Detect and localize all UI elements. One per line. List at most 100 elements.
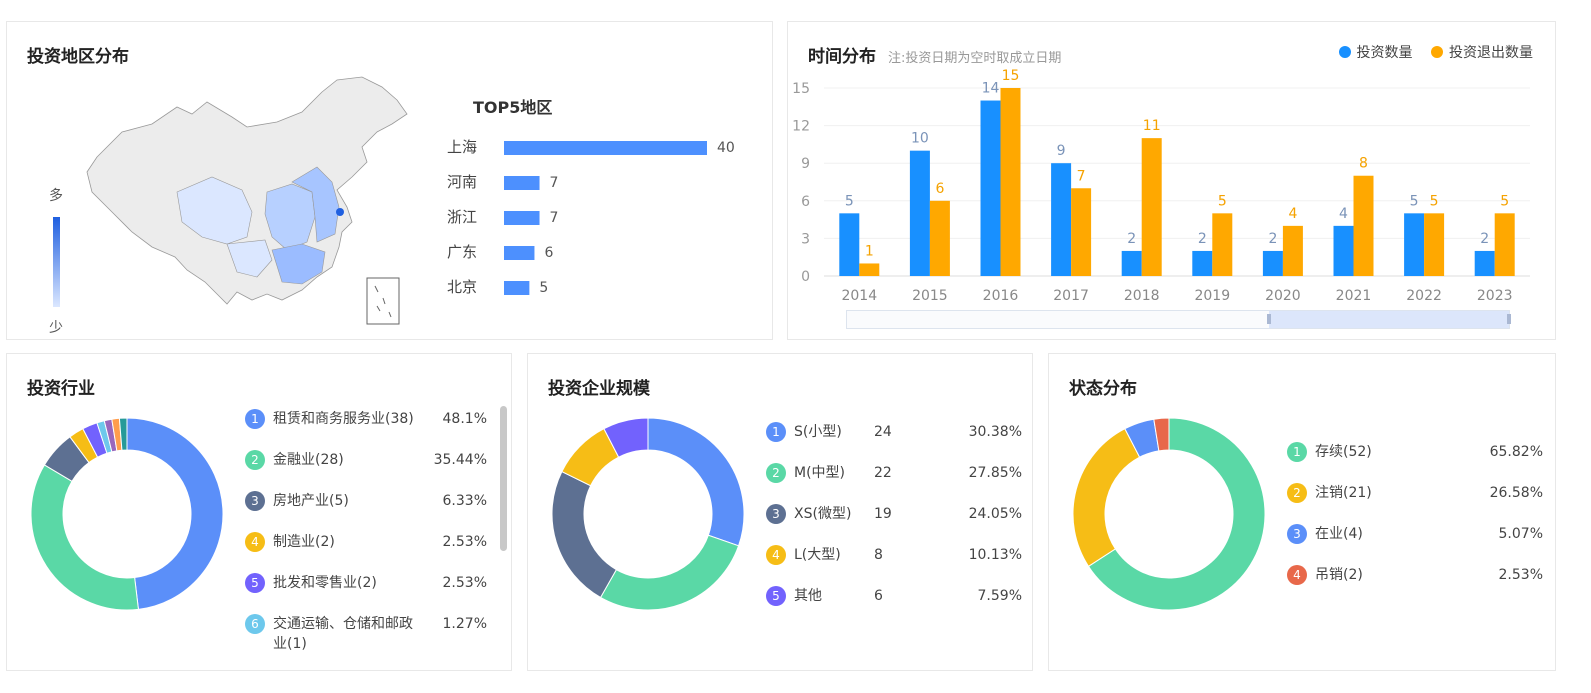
legend-item[interactable]: 4 L(大型) 8 10.13% xyxy=(766,545,1022,565)
zoom-handle-left[interactable] xyxy=(1267,314,1271,324)
bar-invest xyxy=(1121,250,1142,276)
bar-value-label: 14 xyxy=(982,81,1000,97)
x-tick-label: 2021 xyxy=(1336,288,1372,304)
zoom-window[interactable] xyxy=(1267,311,1511,328)
legend-label: 租赁和商务服务业(38) xyxy=(273,411,414,427)
time-bar-chart: 0369121520145120151062016141520179720182… xyxy=(792,68,1530,304)
bar-value-label: 10 xyxy=(911,131,929,147)
top5-label: 北京 xyxy=(447,278,477,296)
legend-percent: 2.53% xyxy=(442,575,487,591)
bar-exit xyxy=(1071,188,1092,276)
top5-label: 上海 xyxy=(447,138,477,156)
legend-item[interactable]: 2 注销(21) 26.58% xyxy=(1287,483,1543,503)
legend-item[interactable]: 3 XS(微型) 19 24.05% xyxy=(766,504,1022,524)
legend-item[interactable]: 1 S(小型) 24 30.38% xyxy=(766,422,1022,442)
y-tick-label: 15 xyxy=(792,81,810,97)
status-title: 状态分布 xyxy=(1069,379,1137,399)
bar-exit xyxy=(1282,225,1303,276)
top5-bar xyxy=(504,141,707,155)
industry-scrollbar[interactable] xyxy=(500,406,507,551)
bar-invest xyxy=(839,213,860,276)
x-tick-label: 2014 xyxy=(841,288,877,304)
scale-low-label: 少 xyxy=(49,320,63,336)
legend-percent: 65.82% xyxy=(1489,444,1543,460)
scale-legend: 1 S(小型) 24 30.38% 2 M(中型) 22 27.85% 3 XS(微型) 19 24.… xyxy=(766,422,1022,662)
zoom-handle-right[interactable] xyxy=(1507,314,1511,324)
bar-value-label: 5 xyxy=(845,193,854,209)
x-tick-label: 2023 xyxy=(1477,288,1513,304)
bar-invest xyxy=(1262,250,1283,276)
x-tick-label: 2018 xyxy=(1124,288,1160,304)
bar-exit xyxy=(1353,175,1374,276)
scale-title: 投资企业规模 xyxy=(548,379,650,399)
top5-label: 河南 xyxy=(447,173,477,191)
legend-item[interactable]: 3 房地产业(5) 6.33% xyxy=(245,491,487,511)
bar-invest xyxy=(1404,213,1425,276)
bar-value-label: 5 xyxy=(1500,193,1509,209)
legend-item[interactable]: 2 M(中型) 22 27.85% xyxy=(766,463,1022,483)
industry-donut[interactable] xyxy=(27,414,227,614)
x-tick-label: 2017 xyxy=(1053,288,1089,304)
legend-label: 房地产业(5) xyxy=(273,493,349,509)
y-tick-label: 3 xyxy=(801,231,810,247)
legend-percent: 10.13% xyxy=(968,547,1022,563)
top5-value: 7 xyxy=(550,175,559,191)
zoom-slider[interactable] xyxy=(846,310,1511,329)
y-tick-label: 6 xyxy=(801,194,810,210)
legend-count: 22 xyxy=(874,465,892,481)
legend-item[interactable]: 1 存续(52) 65.82% xyxy=(1287,442,1543,462)
legend-label: 金融业(28) xyxy=(273,452,344,468)
scale-card: 投资企业规模 1 S(小型) 24 30.38% 2 M(中型) 22 27.85% 3 XS(微… xyxy=(527,353,1033,671)
scale-gradient[interactable] xyxy=(53,217,60,307)
bar-invest xyxy=(1192,250,1213,276)
bar-value-label: 2 xyxy=(1268,231,1277,247)
legend-item[interactable]: 4 制造业(2) 2.53% xyxy=(245,532,487,552)
y-tick-label: 12 xyxy=(792,119,810,135)
top5-bar xyxy=(504,211,540,225)
legend-label: 制造业(2) xyxy=(273,534,335,550)
bar-invest xyxy=(909,150,930,276)
legend-label: 其他 xyxy=(794,588,822,604)
map-shanghai xyxy=(336,208,344,216)
scale-donut[interactable] xyxy=(548,414,748,614)
bar-invest xyxy=(1333,225,1354,276)
legend-index-badge: 1 xyxy=(245,409,265,429)
legend-item[interactable]: 3 在业(4) 5.07% xyxy=(1287,524,1543,544)
region-title: 投资地区分布 xyxy=(27,47,129,67)
legend-item[interactable]: 1 租赁和商务服务业(38) 48.1% xyxy=(245,409,487,429)
legend-label: 存续(52) xyxy=(1315,444,1372,460)
bar-value-label: 9 xyxy=(1057,143,1066,159)
time-card: 时间分布 注:投资日期为空时取成立日期 投资数量 投资退出数量 0 3 6 9 12 15 2… xyxy=(787,21,1556,340)
status-donut[interactable] xyxy=(1069,414,1269,614)
legend-percent: 7.59% xyxy=(977,588,1022,604)
legend-item[interactable]: 5 其他 6 7.59% xyxy=(766,586,1022,606)
bar-value-label: 5 xyxy=(1218,193,1227,209)
legend-percent: 24.05% xyxy=(968,506,1022,522)
donut-slice xyxy=(126,417,224,610)
legend-item[interactable]: 4 吊销(2) 2.53% xyxy=(1287,565,1543,585)
legend-item[interactable]: 2 金融业(28) 35.44% xyxy=(245,450,487,470)
legend-index-badge: 4 xyxy=(245,532,265,552)
top5-bar xyxy=(504,246,535,260)
top5-title: TOP5地区 xyxy=(473,98,553,117)
legend-label: 交通运输、仓储和邮政业(1) xyxy=(273,616,413,652)
bar-value-label: 11 xyxy=(1143,118,1161,134)
legend-item[interactable]: 5 批发和零售业(2) 2.53% xyxy=(245,573,487,593)
x-tick-label: 2019 xyxy=(1194,288,1230,304)
legend-index-badge: 4 xyxy=(766,545,786,565)
x-tick-label: 2016 xyxy=(983,288,1019,304)
top5-bar xyxy=(504,281,530,295)
bar-invest xyxy=(1474,250,1495,276)
legend-item[interactable]: 6 交通运输、仓储和邮政业(1) 1.27% xyxy=(245,614,487,654)
china-map[interactable] xyxy=(77,72,417,332)
region-card: 投资地区分布 多 少 TOP5地区 上海 40 河南 7 浙江 7 广东 6 北京 5 xyxy=(6,21,773,340)
legend-index-badge: 3 xyxy=(766,504,786,524)
x-tick-label: 2020 xyxy=(1265,288,1301,304)
bar-value-label: 2 xyxy=(1198,231,1207,247)
legend-percent: 2.53% xyxy=(1498,567,1543,583)
top5-value: 40 xyxy=(717,140,735,156)
industry-card: 投资行业 1 租赁和商务服务业(38) 48.1% 2 金融业(28) 35.44% 3 房地… xyxy=(6,353,512,671)
legend-label: 吊销(2) xyxy=(1315,567,1363,583)
legend-percent: 2.53% xyxy=(442,534,487,550)
top5-bar xyxy=(504,176,540,190)
